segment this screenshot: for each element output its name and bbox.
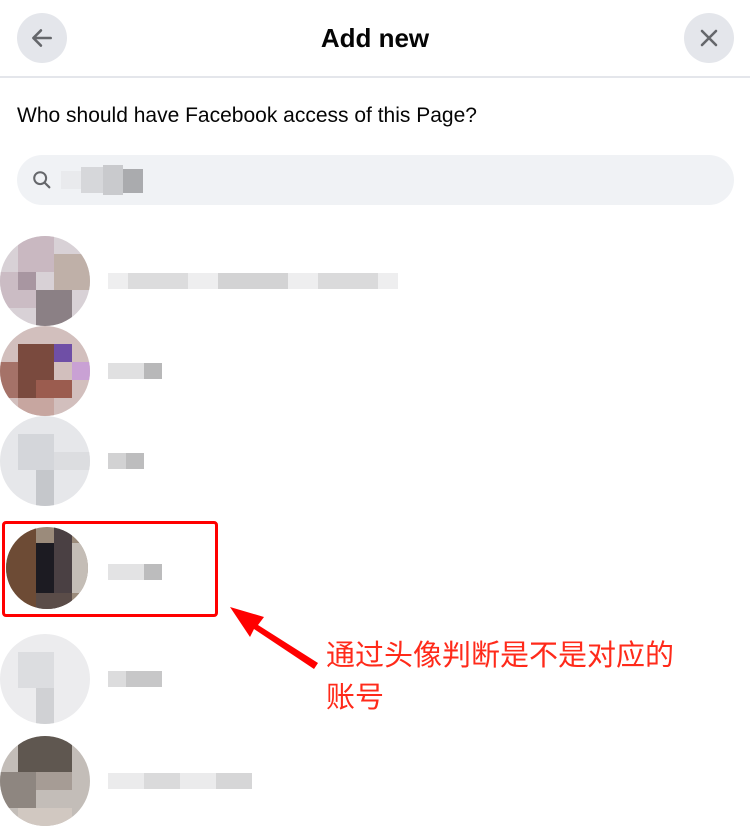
annotation-text: 通过头像判断是不是对应的 账号 (326, 634, 726, 718)
person-row[interactable] (0, 326, 420, 416)
person-row-highlighted[interactable] (0, 527, 420, 617)
person-name-redacted (108, 663, 168, 695)
close-button[interactable] (684, 13, 734, 63)
person-row[interactable] (0, 416, 420, 506)
avatar (0, 326, 90, 416)
avatar (0, 416, 90, 506)
person-name-redacted (108, 765, 258, 797)
search-input[interactable] (65, 155, 705, 205)
annotation-line-1: 通过头像判断是不是对应的 (326, 638, 675, 672)
avatar (0, 634, 90, 724)
person-name-redacted (108, 355, 168, 387)
person-row[interactable] (0, 736, 420, 826)
close-icon (700, 29, 718, 47)
search-icon (33, 171, 51, 189)
person-name-redacted (108, 265, 398, 297)
access-question: Who should have Facebook access of this … (17, 104, 477, 127)
avatar (6, 527, 88, 609)
person-row[interactable] (0, 236, 420, 326)
search-bar[interactable] (17, 155, 734, 205)
person-name-redacted (108, 556, 168, 588)
person-name-redacted (108, 445, 148, 477)
dialog-title: Add new (320, 23, 430, 53)
dialog-header: Add new (0, 0, 750, 78)
avatar (0, 736, 90, 826)
annotation-line-2: 账号 (326, 680, 385, 714)
avatar (0, 236, 90, 326)
